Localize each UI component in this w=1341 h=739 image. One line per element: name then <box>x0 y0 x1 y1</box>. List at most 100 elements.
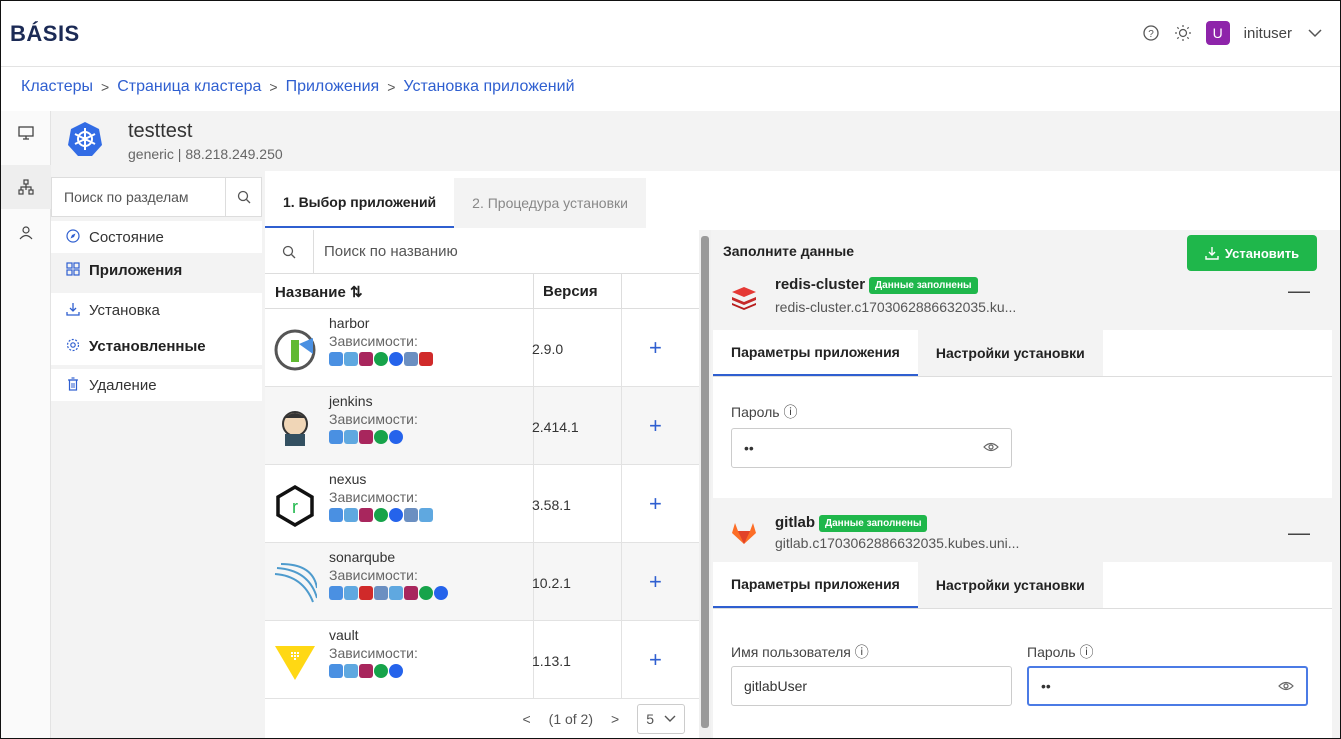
app-card-tabs: Параметры приложения Настройки установки <box>713 562 1332 609</box>
app-version: 2.414.1 <box>532 419 579 435</box>
download-icon <box>65 302 81 319</box>
sidebar-item-applications[interactable]: Приложения <box>51 253 262 287</box>
install-steps: 1. Выбор приложений 2. Процедура установ… <box>265 178 646 230</box>
app-card-header[interactable]: gitlab Данные заполнены gitlab.c170306288… <box>713 502 1332 562</box>
deps-icons <box>329 664 403 678</box>
panel-title: Заполните данные <box>723 243 855 259</box>
app-card-redis: redis-cluster Данные заполнены redis-clus… <box>713 274 1332 498</box>
tab-install-settings[interactable]: Настройки установки <box>917 562 1103 608</box>
username[interactable]: inituser <box>1244 25 1292 42</box>
eye-icon[interactable] <box>1278 679 1294 695</box>
jenkins-logo-icon <box>282 411 308 446</box>
list-scrollbar[interactable] <box>699 230 711 738</box>
help-circle-icon[interactable]: ⓘ <box>855 644 869 660</box>
breadcrumb-clusters[interactable]: Кластеры <box>21 78 93 96</box>
gitlab-username-field[interactable]: gitlabUser <box>731 666 1012 706</box>
app-search-input[interactable]: Поиск по названию <box>265 229 699 274</box>
install-button[interactable]: Установить <box>1187 235 1317 271</box>
dependency-icon <box>359 664 373 678</box>
redis-logo-icon <box>732 287 756 310</box>
password-label: Пароль ⓘ <box>731 402 797 422</box>
cluster-header: testtest generic | 88.218.249.250 <box>51 111 1340 171</box>
svg-text:r: r <box>292 497 298 517</box>
sidebar-item-installed[interactable]: Установленные <box>51 327 262 365</box>
dependency-icon <box>419 352 433 366</box>
breadcrumb-applications[interactable]: Приложения <box>286 78 380 96</box>
add-app-button[interactable]: + <box>649 647 662 673</box>
deps-label: Зависимости: <box>329 489 418 505</box>
sections-search-input[interactable]: Поиск по разделам <box>51 177 262 217</box>
add-app-button[interactable]: + <box>649 491 662 517</box>
dependency-icon <box>344 352 358 366</box>
app-name: sonarqube <box>329 549 396 565</box>
help-circle-icon[interactable]: ⓘ <box>783 404 797 420</box>
eye-icon[interactable] <box>983 440 999 456</box>
sort-icon[interactable]: ⇅ <box>350 284 363 301</box>
dependency-icon <box>404 352 418 366</box>
avatar[interactable]: U <box>1205 21 1230 45</box>
column-name-header[interactable]: Название ⇅ <box>275 283 363 301</box>
app-card-gitlab: gitlab Данные заполнены gitlab.c170306288… <box>713 502 1332 738</box>
tab-select-apps[interactable]: 1. Выбор приложений <box>265 178 455 228</box>
rail-cluster-icon[interactable] <box>1 165 51 209</box>
help-circle-icon[interactable]: ? <box>1142 24 1160 42</box>
app-version: 10.2.1 <box>532 575 571 591</box>
add-app-button[interactable]: + <box>649 335 662 361</box>
cluster-name: testtest <box>128 120 193 142</box>
add-app-button[interactable]: + <box>649 413 662 439</box>
prev-page-button[interactable]: < <box>522 711 530 727</box>
help-circle-icon[interactable]: ⓘ <box>1079 644 1093 660</box>
chevron-down-icon[interactable] <box>1306 24 1324 42</box>
scrollbar-thumb[interactable] <box>701 236 709 728</box>
dependency-icon <box>389 430 403 444</box>
dependency-icon <box>434 586 448 600</box>
sidebar-item-label: Установка <box>89 301 160 319</box>
rail-users-icon[interactable] <box>1 211 51 255</box>
dependency-icon <box>329 508 343 522</box>
gitlab-logo-icon <box>732 523 756 544</box>
table-row: r nexus Зависимости: 3.58.1 + <box>265 465 699 543</box>
label-text: Имя пользователя <box>731 644 851 660</box>
sonarqube-logo-icon <box>274 563 317 603</box>
install-label: Установить <box>1224 245 1300 261</box>
table-row: sonarqube Зависимости: 10.2.1 + <box>265 543 699 621</box>
tab-app-params[interactable]: Параметры приложения <box>713 330 918 376</box>
chevron-right-icon: > <box>387 79 396 95</box>
table-row: harbor Зависимости: 2.9.0 + <box>265 309 699 387</box>
next-page-button[interactable]: > <box>611 711 619 727</box>
app-card-header[interactable]: redis-cluster Данные заполнены redis-clus… <box>713 274 1332 330</box>
tab-install-settings[interactable]: Настройки установки <box>917 330 1103 376</box>
redis-password-field[interactable]: •• <box>731 428 1012 468</box>
download-icon <box>1205 247 1219 260</box>
gitlab-password-field[interactable]: •• <box>1027 666 1308 706</box>
app-card-name: redis-cluster Данные заполнены <box>775 276 978 294</box>
breadcrumb-install-apps[interactable]: Установка приложений <box>403 78 574 96</box>
sun-icon[interactable] <box>1174 24 1192 42</box>
tab-app-params[interactable]: Параметры приложения <box>713 562 918 608</box>
page-indicator: (1 of 2) <box>548 710 594 727</box>
dependency-icon <box>329 430 343 444</box>
app-window: BÁSIS ? U inituser Кластеры > Страница к… <box>0 0 1341 739</box>
left-rail <box>1 111 51 738</box>
deps-label: Зависимости: <box>329 567 418 583</box>
rail-monitor-icon[interactable] <box>1 111 51 155</box>
basis-logo[interactable]: BÁSIS <box>10 21 80 47</box>
table-header: Название ⇅ Версия <box>265 274 699 309</box>
kubernetes-icon <box>68 122 102 156</box>
sidebar-item-delete[interactable]: Удаление <box>51 369 262 401</box>
sidebar-item-status[interactable]: Состояние <box>51 221 262 253</box>
breadcrumb-cluster-page[interactable]: Страница кластера <box>117 78 261 96</box>
tab-install-procedure[interactable]: 2. Процедура установки <box>454 178 646 228</box>
dependency-icon <box>404 508 418 522</box>
username-label: Имя пользователя ⓘ <box>731 642 869 662</box>
search-icon[interactable] <box>225 178 261 216</box>
page-size-select[interactable]: 5 <box>637 703 685 734</box>
dependency-icon <box>329 586 343 600</box>
collapse-button[interactable]: — <box>1288 278 1310 304</box>
app-card-host: gitlab.c1703062886632035.kubes.uni... <box>775 535 1020 551</box>
collapse-button[interactable]: — <box>1288 520 1310 546</box>
svg-text:?: ? <box>1148 29 1154 40</box>
sidebar-item-install[interactable]: Установка <box>51 293 262 327</box>
add-app-button[interactable]: + <box>649 569 662 595</box>
sections-search-placeholder: Поиск по разделам <box>64 189 189 205</box>
